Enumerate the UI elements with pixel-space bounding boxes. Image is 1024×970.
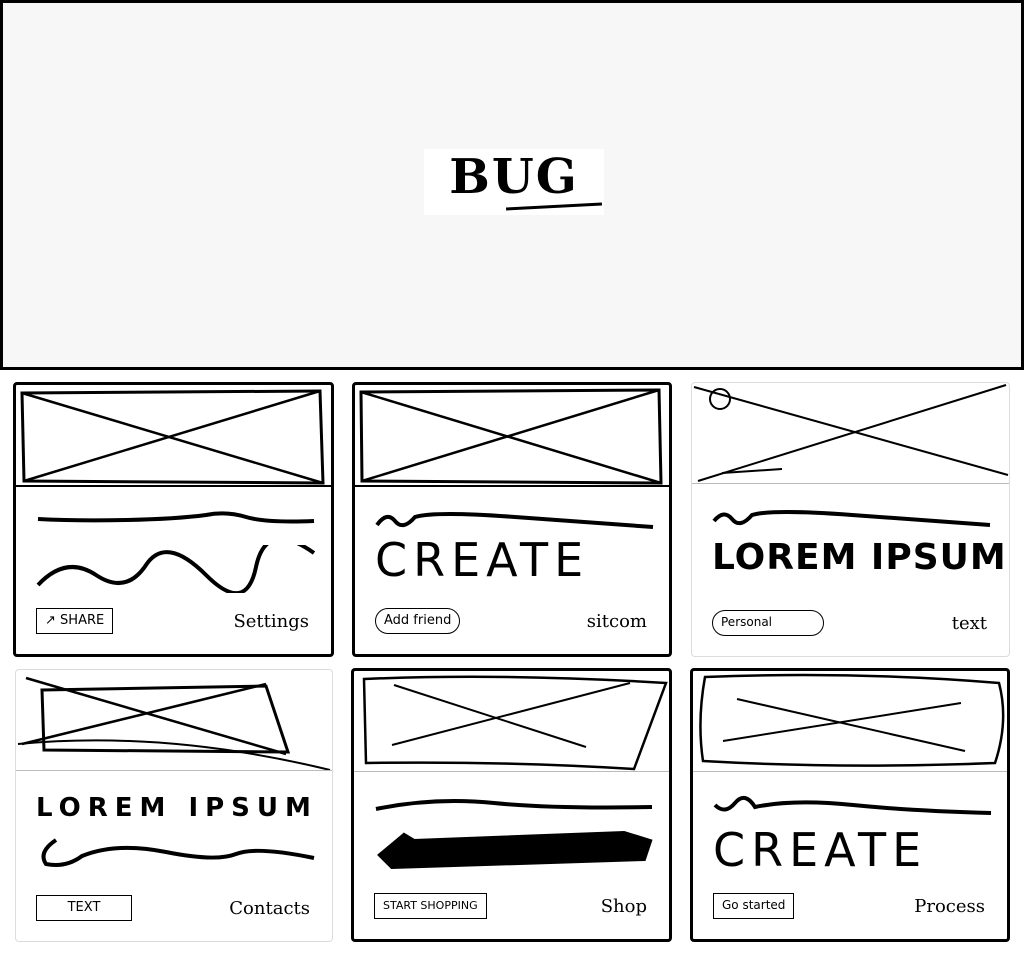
text-line-scribble [713,795,992,815]
card-heading: LOREM IPSUM [712,537,1007,578]
card-1[interactable]: ↗ SHARE Settings [13,382,334,657]
start-shopping-button[interactable]: START SHOPPING [374,893,487,919]
text-line-scribble [712,510,991,527]
process-link[interactable]: Process [914,896,985,917]
sitcom-link[interactable]: sitcom [587,611,647,632]
card-body: LOREM IPSUM Personal text [692,485,1009,656]
personal-button[interactable]: Personal [712,610,824,636]
image-placeholder-icon [692,383,1009,483]
share-icon: ↗ [45,613,56,628]
card-body: START SHOPPING Shop [354,773,669,939]
hero-title: BUG [424,149,604,215]
card-heading: CREATE [713,823,928,877]
card-divider [692,483,1009,484]
image-placeholder-icon [354,671,669,771]
image-placeholder-icon [16,670,332,770]
card-4[interactable]: LOREM IPSUM TEXT Contacts [15,669,333,942]
card-heading: CREATE [375,533,590,587]
card-divider [16,770,332,771]
card-divider [354,771,669,772]
card-divider [693,771,1007,772]
share-button-label: SHARE [60,613,105,628]
share-button[interactable]: ↗ SHARE [36,608,114,634]
card-body: CREATE Add friend sitcom [355,487,669,654]
text-signature-scribble [41,838,315,867]
text-button[interactable]: TEXT [36,895,132,921]
card-body: ↗ SHARE Settings [16,487,331,654]
image-placeholder-icon [16,385,331,485]
card-5[interactable]: START SHOPPING Shop [351,668,672,942]
card-6[interactable]: CREATE Go started Process [690,668,1010,942]
text-wave-scribble [36,545,316,593]
settings-link[interactable]: Settings [233,611,309,632]
hero-banner: BUG [0,0,1024,370]
add-friend-button[interactable]: Add friend [375,608,461,634]
hero-title-text: BUG [449,149,579,205]
card-2[interactable]: CREATE Add friend sitcom [352,382,672,657]
shop-link[interactable]: Shop [601,896,647,917]
text-bold-scribble [377,830,653,870]
image-placeholder-icon [693,671,1007,771]
contacts-link[interactable]: Contacts [229,898,310,919]
text-line-scribble [37,511,315,524]
card-3[interactable]: LOREM IPSUM Personal text [691,382,1010,657]
card-body: LOREM IPSUM TEXT Contacts [16,772,332,941]
text-line-scribble [375,799,653,811]
text-link[interactable]: text [952,613,987,634]
get-started-button[interactable]: Go started [713,893,795,919]
text-line-scribble [375,512,654,529]
card-heading: LOREM IPSUM [36,793,318,823]
card-body: CREATE Go started Process [693,773,1007,939]
image-placeholder-icon [355,385,669,485]
